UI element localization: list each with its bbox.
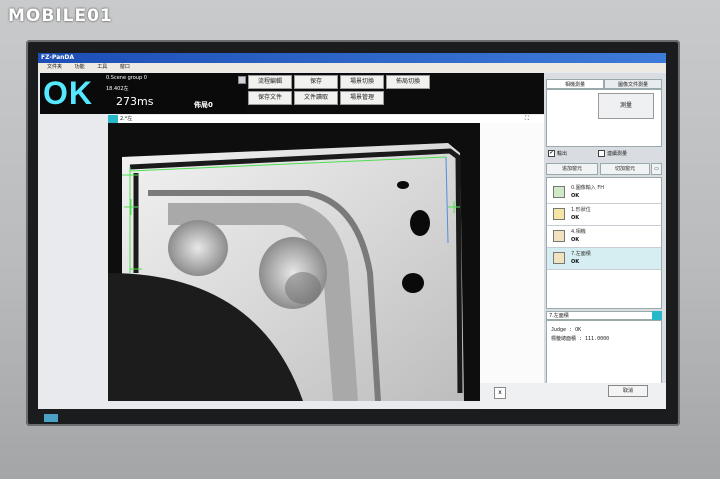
monitor-led: [44, 414, 58, 422]
load-file-button[interactable]: 文件讀取: [294, 91, 338, 105]
image-input-icon: [553, 186, 565, 198]
flow-item[interactable]: 4.相機 OK: [547, 226, 661, 248]
menu-item-folder[interactable]: 文件夹: [47, 64, 62, 70]
judge-result: OK: [43, 75, 93, 111]
switch-unit-button[interactable]: 切加窗元: [600, 163, 650, 175]
camera-unit-icon: [553, 230, 565, 242]
save-file-button[interactable]: 保存文件: [248, 91, 292, 105]
menu-bar: 文件夹 功能 工具 窗口: [38, 63, 666, 72]
image-pane-header: 2.*左: [108, 115, 544, 123]
position-icon: [553, 208, 565, 220]
processing-time: 273ms: [116, 95, 154, 108]
status-mini-icon[interactable]: [238, 76, 246, 84]
toolbar-area: 流程編輯 保存 場景切換 佈局切換 保存文件 文件讀取 場景管理: [246, 73, 544, 114]
output-checkbox[interactable]: ✔ 輸出: [548, 150, 567, 157]
camera-image[interactable]: [108, 123, 480, 401]
flow-list: 0.圖像輸入 FH OK 1.形狀位 OK 4.相機 OK 7.左面積 OK: [546, 177, 662, 309]
close-icon[interactable]: x: [494, 387, 506, 399]
menu-item-window[interactable]: 窗口: [120, 64, 130, 70]
tab-image-file-measure[interactable]: 圖像文件測量: [604, 79, 662, 89]
image-pane-tab[interactable]: [108, 115, 118, 123]
checkbox-unchecked-icon: [598, 150, 605, 157]
scene-manage-button[interactable]: 場景管理: [340, 91, 384, 105]
flow-item-selected[interactable]: 7.左面積 OK: [547, 248, 661, 270]
camera-icon[interactable]: ⛶: [522, 115, 532, 123]
watermark-logo: MOBILE01: [8, 6, 113, 26]
flow-item[interactable]: 1.形狀位 OK: [547, 204, 661, 226]
layout-switch-button[interactable]: 佈局切換: [386, 75, 430, 89]
monitor-screen: FZ-PanDA 文件夹 功能 工具 窗口 OK 0.Scene group 0…: [38, 53, 666, 409]
flow-item[interactable]: 0.圖像輸入 FH OK: [547, 182, 661, 204]
flow-edit-button[interactable]: 流程編輯: [248, 75, 292, 89]
menu-item-tools[interactable]: 工具: [97, 64, 107, 70]
result-header: 7.左面積: [546, 311, 662, 320]
menu-item-function[interactable]: 功能: [75, 64, 85, 70]
result-line: 標籤總面積 : 111.0000: [551, 336, 610, 342]
result-line: Judge : OK: [551, 327, 582, 333]
scene-name: 0.Scene group 0: [106, 75, 147, 81]
cancel-button[interactable]: 取消: [608, 385, 648, 397]
add-unit-button[interactable]: 追加窗元: [546, 163, 598, 175]
result-detail: Judge : OK 標籤總面積 : 111.0000: [546, 320, 662, 384]
camera-image-graphic: [108, 123, 480, 401]
continuous-measure-checkbox[interactable]: 連續測量: [598, 150, 627, 157]
window-title: FZ-PanDA: [38, 53, 666, 63]
area-icon: [553, 252, 565, 264]
measure-button[interactable]: 測量: [598, 93, 654, 119]
result-tab[interactable]: [652, 311, 662, 320]
unit-menu-icon[interactable]: ▭: [651, 163, 662, 175]
judge-status-panel: OK 0.Scene group 0 18.402左 273ms 佈局0: [40, 73, 246, 114]
checkbox-checked-icon: ✔: [548, 150, 555, 157]
scene-switch-button[interactable]: 場景切換: [340, 75, 384, 89]
image-pane-margin: [480, 123, 544, 401]
layout-label: 佈局0: [194, 101, 213, 109]
save-button[interactable]: 保存: [294, 75, 338, 89]
scene-value: 18.402左: [106, 86, 129, 92]
tab-camera-measure[interactable]: 相機測量: [546, 79, 604, 89]
measure-tabs: 相機測量 圖像文件測量: [546, 79, 662, 89]
